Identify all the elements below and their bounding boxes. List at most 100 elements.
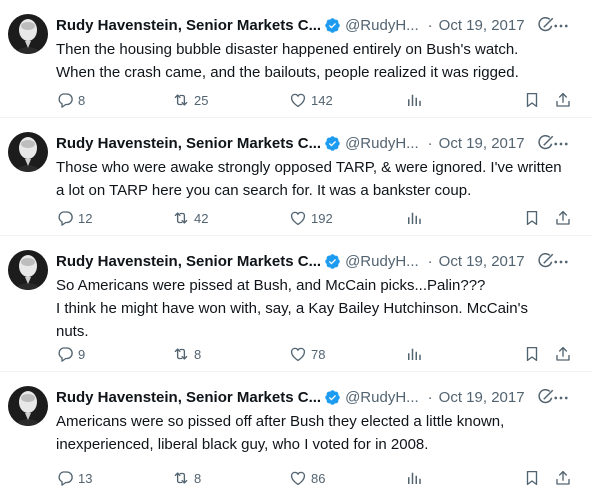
tweet[interactable]: Rudy Havenstein, Senior Markets C... @Ru… — [0, 236, 592, 372]
like-button[interactable]: 78 — [289, 344, 325, 364]
like-button[interactable]: 142 — [289, 90, 333, 110]
tweet-date[interactable]: Oct 19, 2017 — [439, 253, 525, 270]
bookmark-icon — [526, 470, 538, 486]
views-button[interactable] — [405, 344, 423, 364]
tweet-header: Rudy Havenstein, Senior Markets C... @Ru… — [56, 133, 582, 153]
tweet-date[interactable]: Oct 19, 2017 — [439, 17, 525, 34]
reply-button[interactable]: 9 — [56, 344, 85, 364]
author-name[interactable]: Rudy Havenstein, Senior Markets C... — [56, 135, 321, 152]
tweet-actions: 9 8 78 — [56, 344, 580, 364]
verified-badge-icon — [324, 253, 341, 270]
tweet-date[interactable]: Oct 19, 2017 — [439, 389, 525, 406]
repost-icon — [174, 348, 188, 360]
reply-button[interactable]: 13 — [56, 468, 92, 488]
avatar[interactable] — [8, 250, 48, 290]
like-icon — [290, 211, 306, 226]
tweet-header: Rudy Havenstein, Senior Markets C... @Ru… — [56, 387, 582, 407]
share-icon — [556, 346, 570, 361]
tweet-text: Those who were awake strongly opposed TA… — [56, 159, 562, 199]
reply-count: 8 — [78, 92, 86, 108]
tweet-thread: Rudy Havenstein, Senior Markets C... @Ru… — [0, 0, 592, 495]
separator-dot: · — [427, 16, 433, 34]
bookmark-button[interactable] — [523, 344, 541, 364]
reply-icon — [58, 347, 73, 362]
bookmark-icon — [526, 92, 538, 108]
views-button[interactable] — [405, 90, 423, 110]
author-handle[interactable]: @RudyH... — [345, 135, 419, 152]
tweet-text: Americans were so pissed off after Bush … — [56, 413, 505, 453]
views-button[interactable] — [405, 208, 423, 228]
tweet[interactable]: Rudy Havenstein, Senior Markets C... @Ru… — [0, 372, 592, 495]
share-button[interactable] — [554, 208, 572, 228]
tweet-header: Rudy Havenstein, Senior Markets C... @Ru… — [56, 15, 582, 35]
repost-icon — [174, 472, 188, 484]
reply-button[interactable]: 8 — [56, 90, 85, 110]
author-name[interactable]: Rudy Havenstein, Senior Markets C... — [56, 389, 321, 406]
tweet-date[interactable]: Oct 19, 2017 — [439, 135, 525, 152]
repost-count: 25 — [194, 92, 209, 108]
like-icon — [290, 93, 306, 108]
author-handle[interactable]: @RudyH... — [345, 253, 419, 270]
bookmark-icon — [526, 346, 538, 362]
like-count: 86 — [311, 470, 326, 486]
verified-badge-icon — [324, 17, 341, 34]
repost-button[interactable]: 8 — [172, 344, 201, 364]
repost-button[interactable]: 8 — [172, 468, 201, 488]
more-icon[interactable] — [552, 17, 570, 35]
separator-dot: · — [427, 252, 433, 270]
tweet-actions: 8 25 142 — [56, 90, 580, 110]
author-name[interactable]: Rudy Havenstein, Senior Markets C... — [56, 17, 321, 34]
bookmark-icon — [526, 210, 538, 226]
verified-badge-icon — [324, 389, 341, 406]
share-icon — [556, 210, 570, 225]
tweet-actions: 12 42 192 — [56, 208, 580, 228]
views-icon — [408, 472, 421, 484]
reply-icon — [58, 211, 73, 226]
avatar[interactable] — [8, 132, 48, 172]
like-button[interactable]: 192 — [289, 208, 333, 228]
share-button[interactable] — [554, 468, 572, 488]
tweet[interactable]: Rudy Havenstein, Senior Markets C... @Ru… — [0, 0, 592, 118]
share-button[interactable] — [554, 90, 572, 110]
author-handle[interactable]: @RudyH... — [345, 389, 419, 406]
tweet-actions: 13 8 86 — [56, 468, 580, 488]
tweet[interactable]: Rudy Havenstein, Senior Markets C... @Ru… — [0, 118, 592, 236]
views-icon — [408, 94, 421, 106]
repost-icon — [174, 94, 188, 106]
tweet-text: Then the housing bubble disaster happene… — [56, 41, 519, 81]
more-icon[interactable] — [552, 389, 570, 407]
views-icon — [408, 348, 421, 360]
share-icon — [556, 92, 570, 107]
bookmark-button[interactable] — [523, 208, 541, 228]
reply-count: 12 — [78, 210, 93, 226]
repost-count: 42 — [194, 210, 209, 226]
more-icon[interactable] — [552, 135, 570, 153]
separator-dot: · — [427, 388, 433, 406]
like-icon — [290, 347, 306, 362]
like-icon — [290, 471, 306, 486]
repost-button[interactable]: 25 — [172, 90, 208, 110]
repost-count: 8 — [194, 470, 202, 486]
author-handle[interactable]: @RudyH... — [345, 17, 419, 34]
more-icon[interactable] — [552, 253, 570, 271]
reply-icon — [58, 93, 73, 108]
avatar[interactable] — [8, 386, 48, 426]
views-icon — [408, 212, 421, 224]
reply-count: 13 — [78, 470, 93, 486]
views-button[interactable] — [405, 468, 423, 488]
like-button[interactable]: 86 — [289, 468, 325, 488]
like-count: 142 — [311, 92, 333, 108]
avatar[interactable] — [8, 14, 48, 54]
repost-button[interactable]: 42 — [172, 208, 208, 228]
reply-button[interactable]: 12 — [56, 208, 92, 228]
reply-count: 9 — [78, 346, 86, 362]
tweet-header: Rudy Havenstein, Senior Markets C... @Ru… — [56, 251, 582, 271]
share-button[interactable] — [554, 344, 572, 364]
like-count: 192 — [311, 210, 333, 226]
reply-icon — [58, 471, 73, 486]
repost-icon — [174, 212, 188, 224]
bookmark-button[interactable] — [523, 468, 541, 488]
author-name[interactable]: Rudy Havenstein, Senior Markets C... — [56, 253, 321, 270]
bookmark-button[interactable] — [523, 90, 541, 110]
like-count: 78 — [311, 346, 326, 362]
